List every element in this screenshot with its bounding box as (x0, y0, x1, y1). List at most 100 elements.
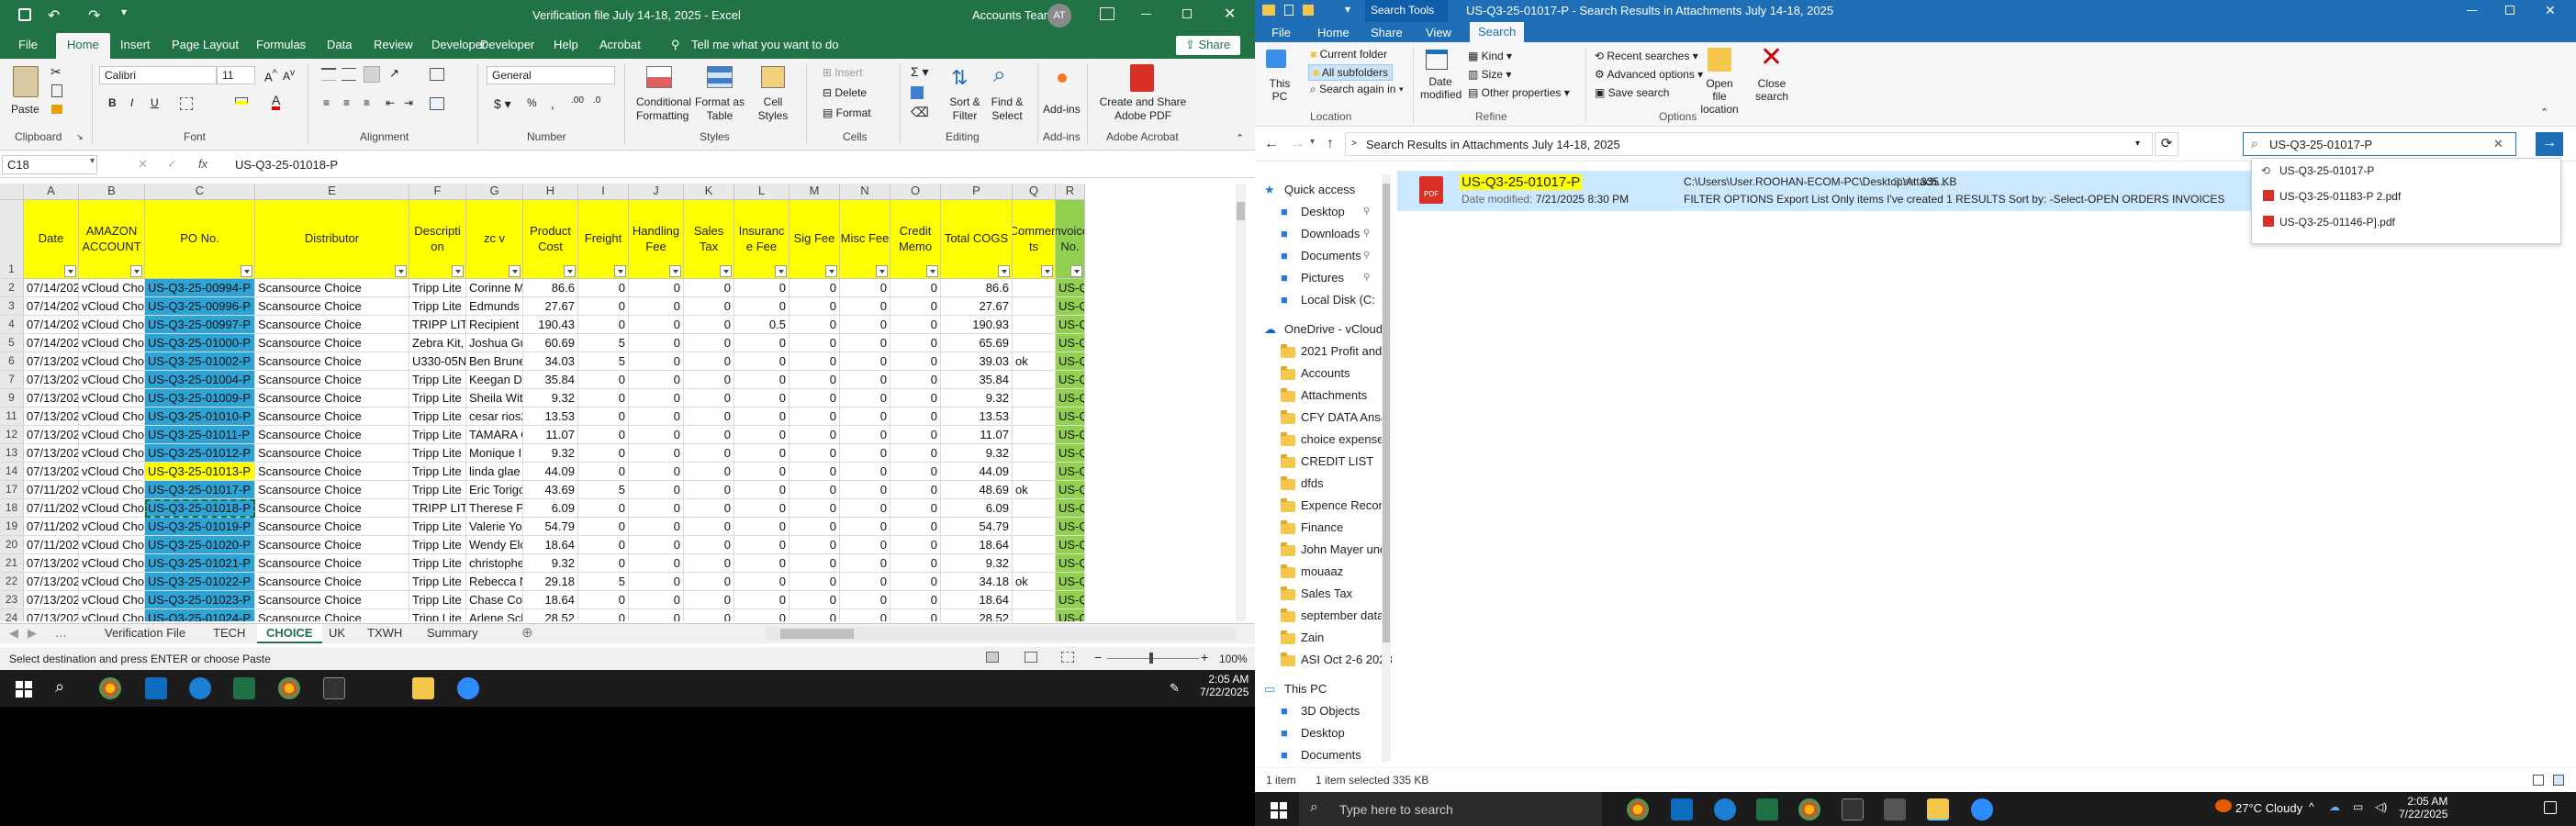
table-cell[interactable]: 0 (734, 499, 790, 518)
nav-onedrive[interactable]: ☁ OneDrive - vCloud (1264, 321, 1383, 343)
table-cell[interactable]: 07/11/2025 (24, 481, 79, 499)
table-cell[interactable]: US-Q3-2 (1056, 463, 1085, 481)
table-cell[interactable]: 0 (790, 463, 840, 481)
table-cell[interactable]: 07/13/2025 (24, 554, 79, 573)
close-search-icon[interactable]: ✕ (1760, 44, 1783, 72)
save-icon[interactable] (18, 8, 31, 21)
table-cell[interactable]: US-Q3-2 (1056, 297, 1085, 316)
horizontal-scrollbar[interactable] (766, 627, 1236, 641)
table-cell[interactable]: 0 (734, 536, 790, 554)
table-cell[interactable]: 35.84 (941, 371, 1013, 389)
table-cell[interactable]: 0 (890, 481, 941, 499)
table-cell[interactable]: 0 (578, 426, 629, 444)
sheet-tab-uk[interactable]: UK (329, 626, 345, 640)
find-select-button[interactable]: Find & Select (986, 95, 1028, 123)
table-cell[interactable]: 0 (629, 407, 684, 426)
filter-dropdown-icon[interactable] (1041, 265, 1053, 277)
table-cell[interactable]: vCloud Choice (79, 444, 145, 463)
chrome-icon[interactable] (1627, 798, 1649, 820)
table-cell[interactable]: Tripp Lite (409, 297, 466, 316)
filter-dropdown-icon[interactable] (509, 265, 521, 277)
nav-this-pc[interactable]: ▭ This PC (1264, 681, 1382, 703)
find-select-icon[interactable]: ⌕ (993, 62, 1005, 88)
table-cell[interactable]: US-Q3-2 (1056, 279, 1085, 297)
header-cell[interactable]: Product Cost (523, 200, 578, 279)
table-cell[interactable]: 0 (684, 426, 734, 444)
table-cell[interactable]: 0 (790, 444, 840, 463)
nav-folder[interactable]: mouaaz (1281, 564, 1382, 586)
excel-icon[interactable] (233, 677, 255, 699)
table-cell[interactable]: Tripp Lite (409, 426, 466, 444)
table-cell[interactable]: 0 (578, 554, 629, 573)
table-cell[interactable]: 0 (790, 499, 840, 518)
table-cell[interactable]: 86.6 (941, 279, 1013, 297)
nav-folder[interactable]: Attachments (1281, 387, 1382, 409)
header-cell[interactable]: Freight (578, 200, 629, 279)
table-cell[interactable]: 0 (629, 444, 684, 463)
table-cell[interactable]: 0 (684, 444, 734, 463)
table-cell[interactable]: 0 (734, 481, 790, 499)
row-header[interactable]: 1 (0, 200, 24, 279)
table-cell[interactable]: 07/13/2025 (24, 573, 79, 591)
table-cell[interactable]: Scansource Choice (255, 279, 409, 297)
table-cell[interactable]: 0 (734, 518, 790, 536)
clear-search-icon[interactable]: ✕ (2493, 137, 2503, 151)
table-cell[interactable]: 0 (734, 426, 790, 444)
table-cell[interactable]: 28.52 (523, 609, 578, 621)
table-cell[interactable]: 0 (629, 297, 684, 316)
details-view-icon[interactable] (2533, 775, 2544, 786)
formula-input[interactable]: US-Q3-25-01018-P (230, 155, 1243, 174)
table-cell[interactable]: 35.84 (523, 371, 578, 389)
table-cell[interactable]: vCloud Choice (79, 316, 145, 334)
table-cell[interactable]: 0 (684, 352, 734, 371)
table-cell[interactable]: Tripp Lite (409, 518, 466, 536)
format-painter-icon[interactable] (51, 105, 62, 114)
table-cell[interactable]: 0 (890, 499, 941, 518)
column-header-Q[interactable]: Q (1013, 184, 1056, 200)
table-cell[interactable]: 0 (840, 297, 890, 316)
table-cell[interactable]: 0 (629, 481, 684, 499)
filter-dropdown-icon[interactable] (395, 265, 407, 277)
cell-styles-icon[interactable] (761, 66, 785, 88)
table-cell[interactable]: 0 (629, 463, 684, 481)
nav-folder[interactable]: Sales Tax (1281, 586, 1382, 608)
other-properties-button[interactable]: ▤ Other properties ▾ (1468, 86, 1570, 99)
header-cell[interactable]: Sales Tax (684, 200, 734, 279)
filter-dropdown-icon[interactable] (1070, 265, 1082, 277)
outdent-icon[interactable]: ⇥ (404, 96, 413, 109)
table-cell[interactable]: 07/13/2025 (24, 609, 79, 621)
table-cell[interactable]: 0 (734, 591, 790, 609)
table-cell[interactable]: vCloud Choice (79, 609, 145, 621)
table-cell[interactable]: 0 (629, 334, 684, 352)
table-cell[interactable]: US-Q3-25-01012-P (145, 444, 255, 463)
account-name[interactable]: Accounts Team (972, 8, 1054, 22)
table-cell[interactable]: 0 (684, 554, 734, 573)
table-cell[interactable]: ok (1013, 352, 1056, 371)
suggestion-item[interactable]: US-Q3-25-01017-P (2279, 164, 2374, 177)
calculator-icon[interactable] (1884, 798, 1906, 820)
open-file-location-icon[interactable] (1708, 48, 1731, 72)
table-cell[interactable]: 29.18 (523, 573, 578, 591)
suggestion-item[interactable]: US-Q3-25-01146-P].pdf (2279, 216, 2395, 229)
table-cell[interactable]: 0 (578, 371, 629, 389)
header-cell[interactable]: Date (24, 200, 79, 279)
table-cell[interactable]: 0 (890, 554, 941, 573)
table-cell[interactable]: Scansource Choice (255, 389, 409, 407)
taskbar-search-input[interactable]: Type here to search (1339, 802, 1453, 817)
column-header-M[interactable]: M (790, 184, 840, 200)
table-cell[interactable]: Eric Torigc (466, 481, 523, 499)
this-pc-icon[interactable] (1266, 50, 1286, 68)
format-cells-button[interactable]: ▤ Format (823, 106, 871, 119)
table-cell[interactable]: Scansource Choice (255, 426, 409, 444)
orientation-icon[interactable]: ↗ (389, 66, 399, 81)
table-cell[interactable]: 0 (684, 316, 734, 334)
search-again-button[interactable]: ⌕ Search again in ▾ (1310, 83, 1404, 96)
table-cell[interactable]: 07/13/2025 (24, 444, 79, 463)
table-cell[interactable]: Tripp Lite (409, 371, 466, 389)
row-header[interactable]: 9 (0, 389, 24, 407)
pin-icon[interactable]: ⚲ (1363, 229, 1370, 239)
table-cell[interactable]: vCloud Choice (79, 371, 145, 389)
zoom-slider-thumb[interactable] (1149, 653, 1153, 664)
table-cell[interactable]: vCloud Choice (79, 463, 145, 481)
table-cell[interactable]: 0 (890, 407, 941, 426)
